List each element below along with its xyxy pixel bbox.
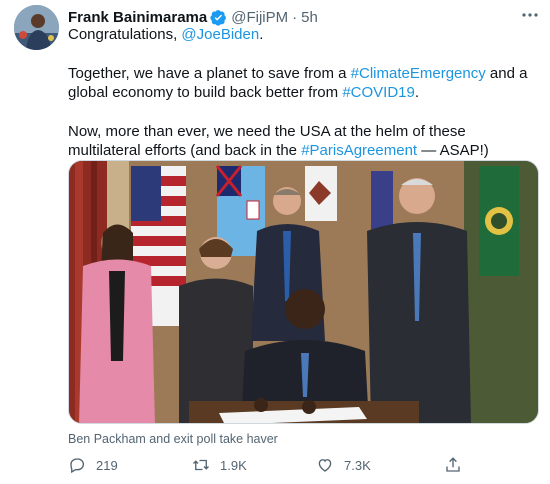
tweet-text: Congratulations, @JoeBiden. Together, we… — [68, 25, 538, 161]
more-icon[interactable] — [520, 7, 540, 23]
tweet-photo[interactable] — [68, 160, 539, 424]
reply-button[interactable]: 219 — [68, 456, 118, 474]
like-count: 7.3K — [344, 457, 371, 473]
text-span: — ASAP!) — [417, 142, 489, 159]
tweet[interactable]: Frank Bainimarama @FijiPM · 5h Congratul… — [0, 0, 550, 484]
like-icon — [318, 459, 332, 472]
retweet-icon — [193, 459, 209, 471]
author-handle[interactable]: @FijiPM — [231, 9, 288, 26]
signing-ceremony-photo — [69, 161, 538, 423]
retweet-count: 1.9K — [220, 457, 247, 473]
tweet-paragraph-2: Together, we have a planet to save from … — [68, 64, 538, 103]
text-span: . — [259, 26, 264, 43]
author-name[interactable]: Frank Bainimarama — [68, 9, 207, 26]
text-span: . — [414, 84, 420, 101]
reply-icon — [70, 458, 85, 474]
text-span: Together, we have a planet to save from … — [68, 64, 351, 82]
retweet-button[interactable]: 1.9K — [192, 456, 247, 474]
mention-joebiden[interactable]: @JoeBiden — [181, 26, 259, 43]
hashtag-parisagreement[interactable]: #ParisAgreement — [301, 142, 417, 159]
reply-count: 219 — [96, 457, 118, 473]
share-icon — [446, 457, 460, 472]
like-button[interactable]: 7.3K — [316, 456, 371, 474]
text-span: Congratulations, — [68, 26, 182, 43]
hashtag-climateemergency[interactable]: #ClimateEmergency — [351, 65, 486, 82]
tweet-header: Frank Bainimarama @FijiPM · 5h — [68, 7, 540, 27]
separator-dot: · — [292, 8, 298, 26]
avatar-image — [14, 5, 59, 50]
hashtag-covid19[interactable]: #COVID19 — [342, 84, 415, 101]
tweet-actions: 219 1.9K 7.3K — [68, 454, 538, 476]
timestamp[interactable]: 5h — [301, 9, 318, 26]
avatar[interactable] — [14, 5, 59, 50]
share-button[interactable] — [444, 456, 472, 474]
tweet-paragraph-3: Now, more than ever, we need the USA at … — [68, 122, 538, 161]
verified-badge-icon — [210, 9, 227, 26]
photo-caption[interactable]: Ben Packham and exit poll take haver — [68, 432, 278, 446]
tweet-line-1: Congratulations, @JoeBiden. — [68, 25, 538, 45]
